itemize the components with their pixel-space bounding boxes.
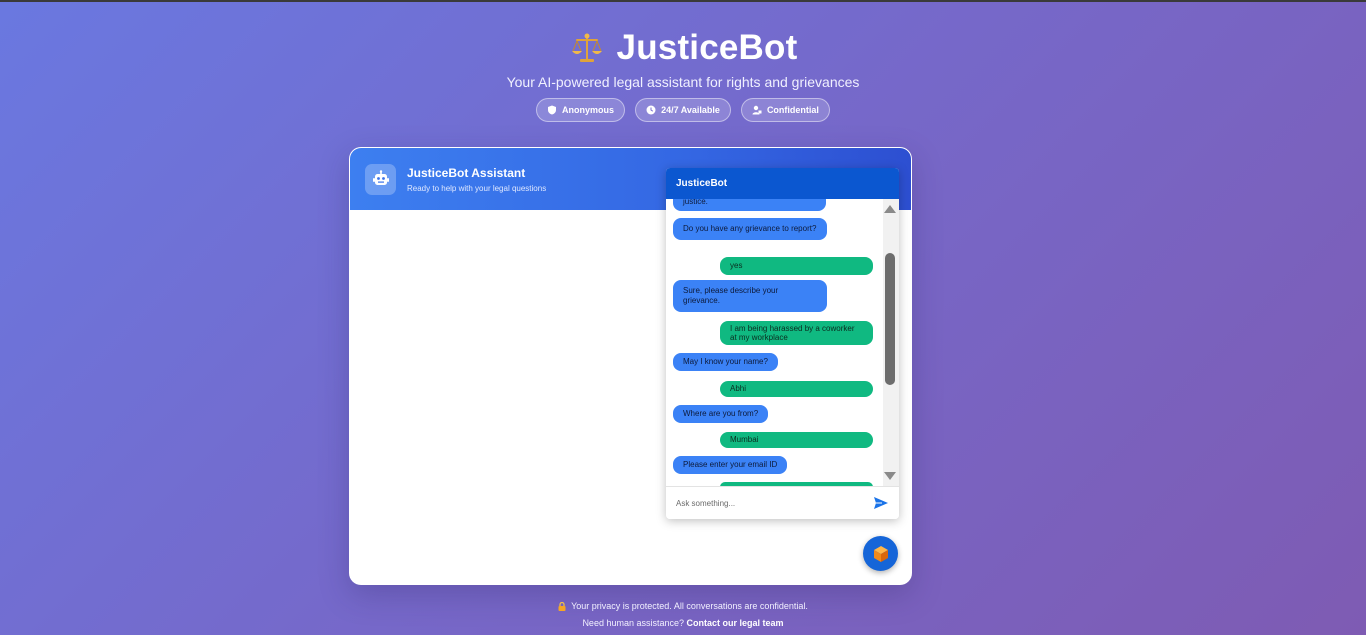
privacy-note: Your privacy is protected. All conversat… [0, 601, 1366, 611]
message-bot: May I know your name? [673, 353, 778, 371]
card-title: JusticeBot Assistant [407, 165, 526, 180]
title-row: JusticeBot [0, 28, 1366, 68]
app-subtitle: Your AI-powered legal assistant for righ… [506, 74, 860, 90]
message-user: Mumbai [720, 432, 873, 448]
badge-label: Anonymous [562, 105, 615, 115]
chat-input[interactable] [676, 498, 873, 508]
badge-label: 24/7 Available [661, 105, 720, 115]
robot-icon [372, 170, 389, 185]
scroll-down-arrow-icon[interactable] [884, 472, 896, 480]
help-note: Need human assistance? Contact our legal… [0, 618, 1366, 628]
clock-icon [646, 105, 656, 115]
message-bot: Sure, please describe your grievance. [673, 280, 827, 312]
send-button[interactable] [873, 495, 889, 511]
message-user: Abhi [720, 381, 873, 397]
page-footer: Your privacy is protected. All conversat… [0, 601, 1366, 628]
privacy-text: Your privacy is protected. All conversat… [571, 601, 808, 611]
message-user: yes [720, 257, 873, 275]
input-bar [666, 486, 899, 519]
badge-anonymous: Anonymous [536, 98, 626, 122]
scales-icon [571, 33, 602, 62]
help-prefix: Need human assistance? [582, 618, 684, 628]
badge-available: 24/7 Available [635, 98, 731, 122]
feature-badges: Anonymous 24/7 Available Confidential [0, 98, 1366, 122]
badge-label: Confidential [766, 105, 819, 115]
lock-icon [558, 601, 566, 611]
message-bot: justice. [673, 199, 826, 211]
contact-legal-team-link[interactable]: Contact our legal team [687, 618, 784, 628]
badge-confidential: Confidential [740, 98, 830, 122]
bot-avatar [365, 163, 396, 195]
message-list[interactable]: justice. Do you have any grievance to re… [666, 199, 899, 486]
widget-header: JusticeBot [666, 168, 899, 199]
user-lock-icon [752, 105, 762, 115]
chat-launcher-button[interactable] [863, 536, 898, 571]
scroll-up-arrow-icon[interactable] [884, 205, 896, 213]
page-header: JusticeBot Your AI-powered legal assista… [0, 28, 1366, 122]
message-bot: Where are you from? [673, 405, 769, 423]
cube-icon [873, 545, 888, 562]
app-title: JusticeBot [616, 28, 798, 67]
card-subtitle: Ready to help with your legal questions [407, 183, 547, 193]
scrollbar[interactable] [883, 199, 899, 486]
window-top-border [0, 0, 1366, 2]
scroll-thumb[interactable] [885, 253, 895, 385]
message-bot: Do you have any grievance to report? [673, 218, 827, 240]
shield-icon [548, 105, 557, 115]
send-icon [874, 497, 888, 509]
card-header-text: JusticeBot Assistant Ready to help with … [407, 166, 546, 193]
message-bot: Please enter your email ID [673, 456, 788, 474]
message-user: I am being harassed by a coworker at my … [720, 321, 873, 345]
chat-widget: JusticeBot justice. Do you have any grie… [666, 168, 899, 519]
